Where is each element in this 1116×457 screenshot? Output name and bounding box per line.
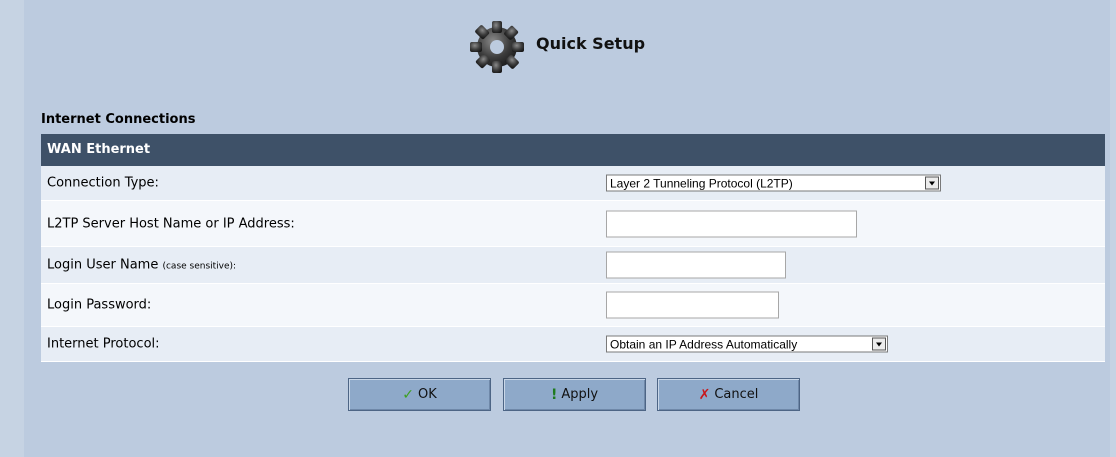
login-user-label-text: Login User Name [47,257,159,273]
gear-icon [470,21,524,73]
cancel-button[interactable]: ✗ Cancel [657,378,800,411]
exclamation-icon: ! [550,386,558,403]
ok-button-label: OK [417,387,437,402]
title-bar: Quick Setup [24,0,1110,100]
button-bar: ✓ OK ! Apply ✗ Cancel [24,378,1110,412]
apply-button[interactable]: ! Apply [503,378,646,411]
login-password-label: Login Password: [47,297,152,313]
internet-protocol-select[interactable]: Obtain an IP Address Automatically [606,335,888,353]
row-internet-protocol: Internet Protocol: Obtain an IP Address … [41,327,1105,362]
apply-button-label: Apply [561,387,599,402]
l2tp-server-label: L2TP Server Host Name or IP Address: [47,216,295,231]
row-connection-type: Connection Type: Layer 2 Tunneling Proto… [41,166,1105,201]
connection-type-value: Layer 2 Tunneling Protocol (L2TP) [610,176,793,191]
row-login-user: Login User Name (case sensitive): [41,247,1105,284]
login-user-input[interactable] [606,251,786,279]
ok-button[interactable]: ✓ OK [348,378,491,411]
login-user-label: Login User Name (case sensitive): [47,258,236,273]
wan-table: WAN Ethernet Connection Type: Layer 2 Tu… [41,134,1105,362]
internet-protocol-label: Internet Protocol: [47,336,160,352]
page-title: Quick Setup [536,34,646,53]
internet-protocol-value: Obtain an IP Address Automatically [610,337,798,352]
wan-header: WAN Ethernet [41,134,1105,166]
connection-type-label: Connection Type: [47,175,159,191]
case-sensitive-note: (case sensitive): [162,261,237,272]
section-title: Internet Connections [41,112,196,127]
checkmark-icon: ✓ [402,386,414,403]
chevron-down-icon[interactable] [925,176,939,190]
cancel-button-label: Cancel [714,387,759,402]
row-l2tp-server: L2TP Server Host Name or IP Address: [41,201,1105,247]
row-login-password: Login Password: [41,284,1105,327]
connection-type-select[interactable]: Layer 2 Tunneling Protocol (L2TP) [606,174,941,192]
quick-setup-panel: Quick Setup Internet Connections WAN Eth… [24,0,1110,457]
l2tp-server-input[interactable] [606,210,857,237]
chevron-down-icon[interactable] [872,337,886,351]
login-password-input[interactable] [606,291,779,319]
x-icon: ✗ [698,386,711,403]
